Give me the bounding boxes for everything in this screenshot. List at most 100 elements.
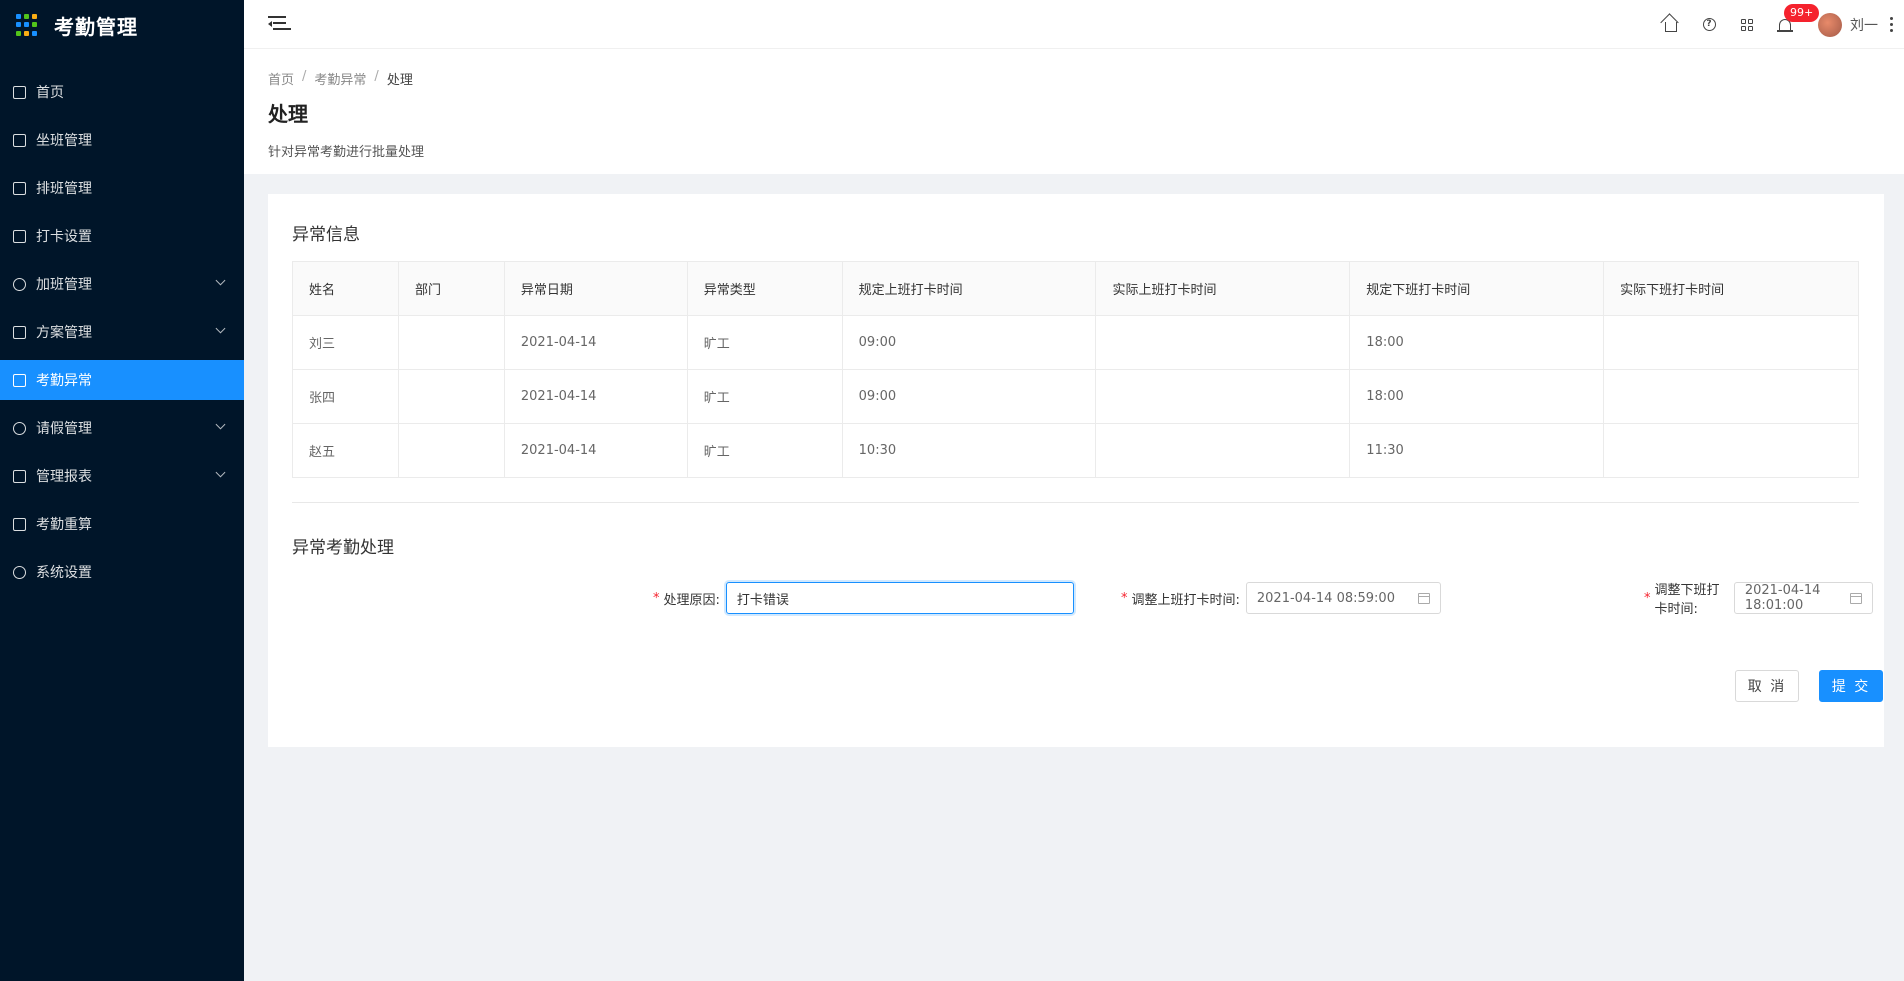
app-title: 考勤管理 bbox=[54, 14, 138, 39]
chevron-down-icon bbox=[215, 467, 226, 478]
more-vertical-icon[interactable] bbox=[1890, 17, 1894, 32]
sidebar-item-scheduling[interactable]: 排班管理 bbox=[0, 168, 244, 208]
sidebar-menu: 首页 坐班管理 排班管理 打卡设置 加班管理 方案管理 考勤异常 请假管理 管理… bbox=[0, 72, 244, 592]
sidebar-item-label: 方案管理 bbox=[36, 325, 92, 341]
table-cell bbox=[1095, 423, 1351, 478]
sidebar-item-clock-settings[interactable]: 打卡设置 bbox=[0, 216, 244, 256]
notifications-button[interactable]: 99+ bbox=[1766, 0, 1820, 49]
sidebar-item-leave[interactable]: 请假管理 bbox=[0, 408, 244, 448]
table-cell: 2021-04-14 bbox=[503, 315, 688, 370]
table-cell bbox=[397, 423, 505, 478]
top-header: ? 99+ 刘一 bbox=[244, 0, 1904, 49]
table-cell bbox=[1603, 315, 1859, 370]
sidebar-item-reports[interactable]: 管理报表 bbox=[0, 456, 244, 496]
sidebar-item-label: 考勤重算 bbox=[36, 517, 92, 533]
sidebar-item-overtime[interactable]: 加班管理 bbox=[0, 264, 244, 304]
page-description: 针对异常考勤进行批量处理 bbox=[268, 145, 425, 160]
start-time-field: * 调整上班打卡时间: 2021-04-14 08:59:00 bbox=[1121, 582, 1441, 614]
table-cell: 赵五 bbox=[292, 423, 399, 478]
end-time-field: * 调整下班打卡时间: 2021-04-14 18:01:00 bbox=[1644, 582, 1873, 617]
handling-title: 异常考勤处理 bbox=[292, 538, 394, 558]
help-button[interactable]: ? bbox=[1690, 0, 1728, 49]
sidebar-item-office-shift[interactable]: 坐班管理 bbox=[0, 120, 244, 160]
reason-input[interactable]: 打卡错误 bbox=[725, 582, 1074, 614]
home-button[interactable] bbox=[1652, 0, 1690, 49]
breadcrumb-home[interactable]: 首页 bbox=[268, 69, 294, 88]
column-header: 实际下班打卡时间 bbox=[1603, 261, 1859, 316]
logo[interactable]: 考勤管理 bbox=[0, 0, 244, 50]
reason-label: 处理原因: bbox=[663, 592, 720, 608]
submit-button[interactable]: 提 交 bbox=[1819, 670, 1883, 702]
table-cell bbox=[1095, 315, 1351, 370]
table-cell: 10:30 bbox=[841, 423, 1097, 478]
table-cell: 旷工 bbox=[686, 369, 843, 424]
alarm-icon bbox=[13, 373, 26, 387]
start-time-picker[interactable]: 2021-04-14 08:59:00 bbox=[1245, 582, 1441, 614]
column-header: 姓名 bbox=[292, 261, 399, 316]
form-actions: 取 消 提 交 bbox=[292, 670, 1883, 710]
sidebar-item-exceptions[interactable]: 考勤异常 bbox=[0, 360, 244, 400]
apps-button[interactable] bbox=[1728, 0, 1766, 49]
sidebar-item-label: 坐班管理 bbox=[36, 133, 92, 149]
table-cell: 张四 bbox=[292, 369, 399, 424]
table-cell: 18:00 bbox=[1349, 369, 1605, 424]
sidebar-item-system-settings[interactable]: 系统设置 bbox=[0, 552, 244, 592]
home-icon bbox=[13, 85, 26, 99]
calendar-icon bbox=[1417, 593, 1430, 604]
reason-field: * 处理原因: 打卡错误 bbox=[653, 582, 1074, 614]
breadcrumb-parent[interactable]: 考勤异常 bbox=[314, 69, 366, 88]
reason-value: 打卡错误 bbox=[736, 592, 789, 608]
column-header: 规定下班打卡时间 bbox=[1349, 261, 1605, 316]
breadcrumb: 首页 / 考勤异常 / 处理 bbox=[268, 69, 1904, 88]
sidebar-item-label: 系统设置 bbox=[36, 565, 92, 581]
chevron-down-icon bbox=[215, 419, 226, 430]
exception-table: 姓名 部门 异常日期 异常类型 规定上班打卡时间 实际上班打卡时间 规定下班打卡… bbox=[292, 261, 1859, 478]
sidebar-item-label: 请假管理 bbox=[36, 421, 92, 437]
report-icon bbox=[13, 469, 26, 483]
column-header: 部门 bbox=[397, 261, 505, 316]
cancel-button[interactable]: 取 消 bbox=[1735, 670, 1799, 702]
apps-grid-icon bbox=[16, 14, 38, 36]
table-cell: 09:00 bbox=[841, 369, 1097, 424]
sidebar: 考勤管理 首页 坐班管理 排班管理 打卡设置 加班管理 方案管理 考勤异常 请假… bbox=[0, 0, 244, 981]
table-cell: 18:00 bbox=[1349, 315, 1605, 370]
calendar-icon bbox=[1849, 593, 1862, 604]
sidebar-item-plans[interactable]: 方案管理 bbox=[0, 312, 244, 352]
user-name: 刘一 bbox=[1850, 17, 1878, 34]
table-cell: 旷工 bbox=[686, 423, 843, 478]
table-cell: 刘三 bbox=[292, 315, 399, 370]
table-cell bbox=[397, 315, 505, 370]
breadcrumb-current: 处理 bbox=[386, 73, 413, 88]
header-actions: ? 99+ 刘一 bbox=[1652, 0, 1904, 49]
page-header: 首页 / 考勤异常 / 处理 处理 针对异常考勤进行批量处理 bbox=[244, 49, 1904, 174]
table-cell: 11:30 bbox=[1349, 423, 1605, 478]
document-icon bbox=[13, 325, 26, 339]
column-header: 异常日期 bbox=[503, 261, 688, 316]
menu-fold-icon[interactable] bbox=[268, 16, 291, 32]
calculator-icon bbox=[13, 517, 26, 531]
sidebar-item-recalculate[interactable]: 考勤重算 bbox=[0, 504, 244, 544]
table-cell: 2021-04-14 bbox=[503, 369, 688, 424]
breadcrumb-separator: / bbox=[374, 69, 379, 84]
table-cell: 2021-04-14 bbox=[503, 423, 688, 478]
chevron-down-icon bbox=[215, 323, 226, 334]
question-icon: ? bbox=[1702, 18, 1716, 31]
content-card: 异常信息 姓名 部门 异常日期 异常类型 规定上班打卡时间 实际上班打卡时间 规… bbox=[268, 194, 1884, 747]
calendar-icon bbox=[13, 181, 26, 195]
sidebar-item-home[interactable]: 首页 bbox=[0, 72, 244, 112]
grid-icon bbox=[1741, 18, 1753, 31]
table-cell bbox=[397, 369, 505, 424]
table-header-row: 姓名 部门 异常日期 异常类型 规定上班打卡时间 实际上班打卡时间 规定下班打卡… bbox=[292, 261, 1859, 316]
user-menu[interactable]: 刘一 bbox=[1804, 0, 1904, 49]
breadcrumb-separator: / bbox=[302, 69, 307, 84]
table-cell bbox=[1095, 369, 1351, 424]
table-cell: 09:00 bbox=[841, 315, 1097, 370]
required-mark: * bbox=[1121, 590, 1128, 606]
end-time-picker[interactable]: 2021-04-14 18:01:00 bbox=[1733, 582, 1873, 614]
edit-icon bbox=[13, 229, 26, 243]
required-mark: * bbox=[1644, 590, 1651, 606]
sidebar-item-label: 加班管理 bbox=[36, 277, 92, 293]
sidebar-item-label: 管理报表 bbox=[36, 469, 92, 485]
table-row: 张四 2021-04-14 旷工 09:00 18:00 bbox=[292, 369, 1859, 424]
gear-icon bbox=[13, 565, 26, 579]
